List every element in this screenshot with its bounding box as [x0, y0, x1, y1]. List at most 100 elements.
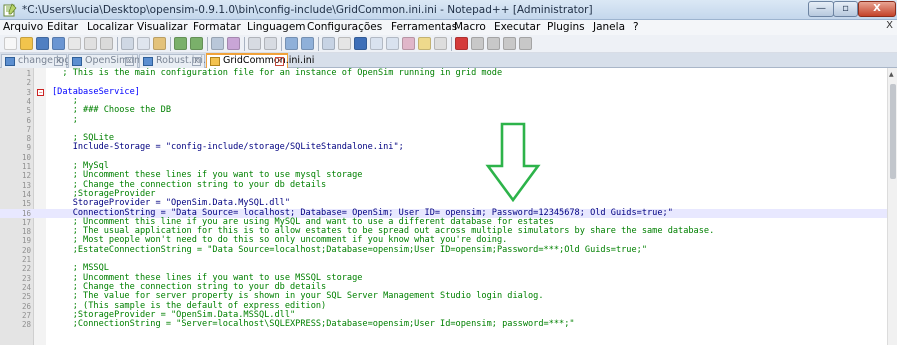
- code-line[interactable]: 20 ;EstateConnectionString = "Data Sourc…: [0, 244, 887, 255]
- menu-localizar[interactable]: Localizar: [87, 21, 133, 33]
- redo-icon[interactable]: [190, 37, 203, 50]
- tab-close-icon[interactable]: X: [125, 57, 134, 66]
- save-macro-icon[interactable]: [519, 37, 532, 50]
- line-number: 21: [21, 255, 31, 264]
- menu-linguagem[interactable]: Linguagem: [247, 21, 306, 33]
- undo-icon[interactable]: [174, 37, 187, 50]
- close-window-button[interactable]: X: [858, 1, 896, 17]
- scroll-up-icon[interactable]: ▲: [889, 71, 894, 78]
- menu-ferramentas[interactable]: Ferramentas: [391, 21, 457, 33]
- code-line[interactable]: 10: [0, 153, 887, 162]
- tab-change-log[interactable]: change.log X: [1, 54, 70, 68]
- code-line[interactable]: 7: [0, 125, 887, 134]
- tab-label: GridCommon.ini.ini: [223, 55, 315, 66]
- line-number: 8: [26, 134, 31, 144]
- code-line[interactable]: 9 Include-Storage = "config-include/stor…: [0, 142, 887, 153]
- user-defined-language-icon[interactable]: [370, 37, 383, 50]
- cut-icon[interactable]: [121, 37, 134, 50]
- file-icon: [143, 57, 153, 66]
- line-number: 6: [26, 115, 31, 125]
- menu-macro[interactable]: Macro: [454, 21, 486, 33]
- copy-icon[interactable]: [137, 37, 150, 50]
- function-list-icon[interactable]: [402, 37, 415, 50]
- title-bar: *C:\Users\lucia\Desktop\opensim-0.9.1.0\…: [0, 0, 897, 20]
- close-document-button[interactable]: X: [886, 20, 893, 31]
- menu-bar: Arquivo Editar Localizar Visualizar Form…: [0, 20, 897, 35]
- notepadpp-logo-icon: [3, 3, 17, 17]
- close-icon[interactable]: [68, 37, 81, 50]
- indent-guide-icon[interactable]: [354, 37, 367, 50]
- line-number: 22: [21, 264, 31, 274]
- tab-close-icon[interactable]: X: [192, 57, 201, 66]
- toolbar-separator: [318, 37, 319, 51]
- menu-arquivo[interactable]: Arquivo: [3, 21, 43, 33]
- menu-plugins[interactable]: Plugins: [547, 21, 585, 33]
- new-file-icon[interactable]: [4, 37, 17, 50]
- menu-configuracoes[interactable]: Configurações: [307, 21, 382, 33]
- code-line[interactable]: 5 ; ### Choose the DB: [0, 105, 887, 115]
- record-macro-icon[interactable]: [455, 37, 468, 50]
- line-number: 25: [21, 292, 31, 302]
- code-line[interactable]: 6 ;: [0, 114, 887, 125]
- save-icon[interactable]: [36, 37, 49, 50]
- paste-icon[interactable]: [153, 37, 166, 50]
- line-number: 7: [26, 124, 31, 134]
- line-number: 10: [21, 152, 31, 162]
- open-file-icon[interactable]: [20, 37, 33, 50]
- minimize-button[interactable]: —: [808, 1, 834, 17]
- doc-map-icon[interactable]: [386, 37, 399, 50]
- save-all-icon[interactable]: [52, 37, 65, 50]
- line-text: Include-Storage = "config-include/storag…: [52, 142, 404, 153]
- folder-as-workspace-icon[interactable]: [418, 37, 431, 50]
- line-number: 20: [21, 245, 31, 255]
- scrollbar-thumb[interactable]: [890, 84, 896, 179]
- line-number: 3: [26, 87, 31, 97]
- line-number: 26: [21, 301, 31, 311]
- line-number: 9: [26, 143, 31, 153]
- word-wrap-icon[interactable]: [322, 37, 335, 50]
- editor-area[interactable]: 1 ; This is the main configuration file …: [0, 68, 887, 345]
- menu-editar[interactable]: Editar: [47, 21, 78, 33]
- vertical-scrollbar[interactable]: ▲: [887, 68, 897, 345]
- fold-toggle-icon[interactable]: −: [37, 88, 44, 96]
- replace-icon[interactable]: [227, 37, 240, 50]
- line-number: 11: [21, 162, 31, 171]
- line-text: ;: [52, 114, 78, 125]
- print-icon[interactable]: [100, 37, 113, 50]
- line-text: ;EstateConnectionString = "Data Source=l…: [52, 244, 647, 255]
- run-macro-multiple-icon[interactable]: [503, 37, 516, 50]
- stop-recording-icon[interactable]: [471, 37, 484, 50]
- maximize-button[interactable]: ▫: [833, 1, 858, 17]
- window-title: *C:\Users\lucia\Desktop\opensim-0.9.1.0\…: [22, 4, 593, 16]
- menu-help[interactable]: ?: [633, 21, 639, 33]
- line-number: 16: [21, 208, 31, 218]
- show-all-chars-icon[interactable]: [338, 37, 351, 50]
- code-line[interactable]: 21: [0, 255, 887, 264]
- monitoring-icon[interactable]: [434, 37, 447, 50]
- file-icon: [5, 57, 15, 66]
- menu-executar[interactable]: Executar: [494, 21, 540, 33]
- code-line[interactable]: 1 ; This is the main configuration file …: [0, 68, 887, 78]
- code-line[interactable]: 28 ;ConnectionString = "Server=localhost…: [0, 319, 887, 330]
- tab-close-icon[interactable]: X: [54, 57, 63, 66]
- sync-vertical-icon[interactable]: [285, 37, 298, 50]
- tab-opensim-ini[interactable]: OpenSim.ini X: [68, 54, 143, 68]
- sync-horizontal-icon[interactable]: [301, 37, 314, 50]
- tab-close-icon[interactable]: X: [275, 57, 284, 66]
- menu-visualizar[interactable]: Visualizar: [137, 21, 188, 33]
- play-macro-icon[interactable]: [487, 37, 500, 50]
- find-icon[interactable]: [211, 37, 224, 50]
- zoom-in-icon[interactable]: [248, 37, 261, 50]
- tab-gridcommon-ini[interactable]: GridCommon.ini.ini X: [206, 53, 314, 68]
- toolbar-separator: [117, 37, 118, 51]
- line-text: ;ConnectionString = "Server=localhost\SQ…: [52, 319, 575, 330]
- line-number: 24: [21, 282, 31, 292]
- toolbar: [0, 35, 897, 53]
- menu-janela[interactable]: Janela: [593, 21, 625, 33]
- close-all-icon[interactable]: [84, 37, 97, 50]
- tab-robust-ini[interactable]: Robust.ini.ini X: [139, 54, 217, 68]
- menu-formatar[interactable]: Formatar: [193, 21, 241, 33]
- zoom-out-icon[interactable]: [264, 37, 277, 50]
- code-line[interactable]: 3− [DatabaseService]: [0, 87, 887, 97]
- toolbar-separator: [170, 37, 171, 51]
